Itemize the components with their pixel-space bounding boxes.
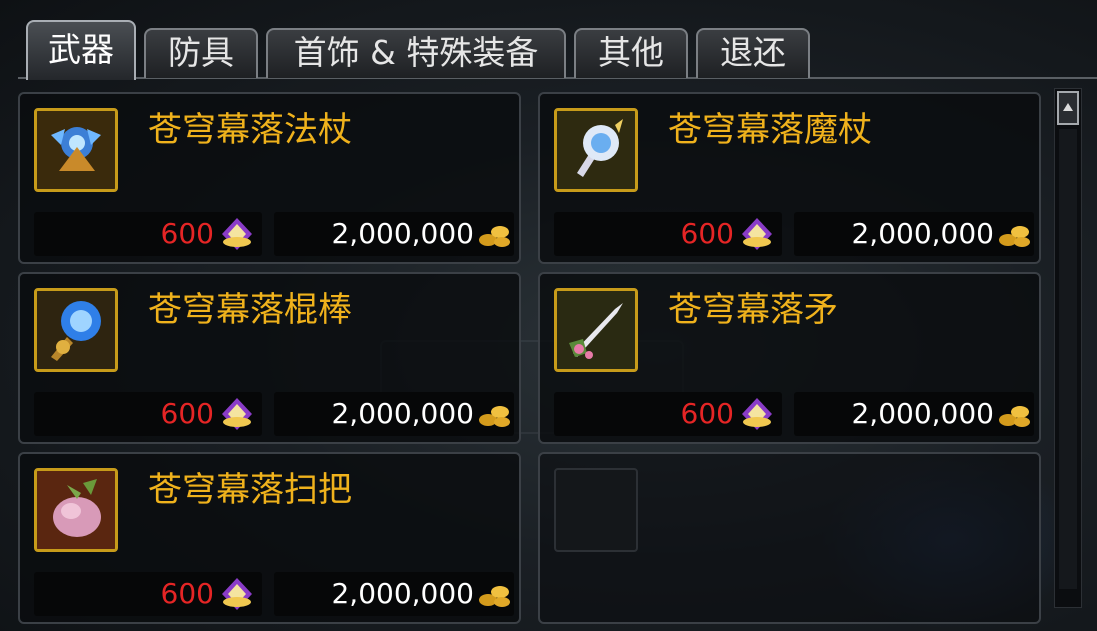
spear-icon xyxy=(557,291,635,369)
gold-price-box: 2,000,000 xyxy=(794,392,1034,436)
item-name: 苍穹幕落魔杖 xyxy=(668,110,872,150)
item-card-wand[interactable]: 苍穹幕落魔杖 600 2,000,000 xyxy=(538,92,1041,264)
tab-bar: 武器 防具 首饰 & 特殊装备 其他 退还 xyxy=(0,0,1097,80)
cera-price-box: 600 xyxy=(34,392,262,436)
item-name: 苍穹幕落法杖 xyxy=(148,110,352,150)
gold-price: 2,000,000 xyxy=(331,577,474,610)
tab-other[interactable]: 其他 xyxy=(574,28,688,78)
cera-price-box: 600 xyxy=(34,212,262,256)
gold-coins-icon xyxy=(479,406,510,427)
item-name: 苍穹幕落棍棒 xyxy=(148,290,352,330)
cera-icon xyxy=(742,218,772,250)
item-name: 苍穹幕落扫把 xyxy=(148,470,352,510)
cera-icon xyxy=(742,398,772,430)
item-card-broom[interactable]: 苍穹幕落扫把 600 2,000,000 xyxy=(18,452,521,624)
tab-return[interactable]: 退还 xyxy=(696,28,810,78)
broom-icon xyxy=(37,471,115,549)
rod-icon xyxy=(37,291,115,369)
item-icon-frame xyxy=(34,108,118,192)
wand-icon xyxy=(557,111,635,189)
gold-price-box: 2,000,000 xyxy=(794,212,1034,256)
item-card-rod[interactable]: 苍穹幕落棍棒 600 2,000,000 xyxy=(18,272,521,444)
tab-accessories-special[interactable]: 首饰 & 特殊装备 xyxy=(266,28,566,78)
cera-price: 600 xyxy=(680,397,734,430)
gold-coins-icon xyxy=(999,406,1030,427)
tab-weapons[interactable]: 武器 xyxy=(26,20,136,80)
scroll-up-button[interactable] xyxy=(1057,91,1079,125)
item-card-staff[interactable]: 苍穹幕落法杖 600 2,000,000 xyxy=(18,92,521,264)
cera-icon xyxy=(222,398,252,430)
gold-coins-icon xyxy=(479,226,510,247)
scrollbar[interactable] xyxy=(1054,88,1082,608)
cera-price-box: 600 xyxy=(554,392,782,436)
empty-item-slot xyxy=(554,468,638,552)
scrollbar-track[interactable] xyxy=(1059,129,1077,589)
gold-price: 2,000,000 xyxy=(331,217,474,250)
gold-price: 2,000,000 xyxy=(851,217,994,250)
cera-price: 600 xyxy=(160,397,214,430)
item-name: 苍穹幕落矛 xyxy=(668,290,838,330)
gold-price: 2,000,000 xyxy=(331,397,474,430)
cera-price: 600 xyxy=(680,217,734,250)
gold-price: 2,000,000 xyxy=(851,397,994,430)
cera-price: 600 xyxy=(160,577,214,610)
gold-coins-icon xyxy=(479,586,510,607)
item-icon-frame xyxy=(34,288,118,372)
item-icon-frame xyxy=(554,288,638,372)
item-icon-frame xyxy=(554,108,638,192)
cera-price: 600 xyxy=(160,217,214,250)
item-icon-frame xyxy=(34,468,118,552)
cera-icon xyxy=(222,218,252,250)
cera-icon xyxy=(222,578,252,610)
gold-coins-icon xyxy=(999,226,1030,247)
gold-price-box: 2,000,000 xyxy=(274,392,514,436)
tab-armor[interactable]: 防具 xyxy=(144,28,258,78)
gold-price-box: 2,000,000 xyxy=(274,572,514,616)
gold-price-box: 2,000,000 xyxy=(274,212,514,256)
item-card-spear[interactable]: 苍穹幕落矛 600 2,000,000 xyxy=(538,272,1041,444)
staff-icon xyxy=(37,111,115,189)
cera-price-box: 600 xyxy=(554,212,782,256)
item-card-empty xyxy=(538,452,1041,624)
cera-price-box: 600 xyxy=(34,572,262,616)
